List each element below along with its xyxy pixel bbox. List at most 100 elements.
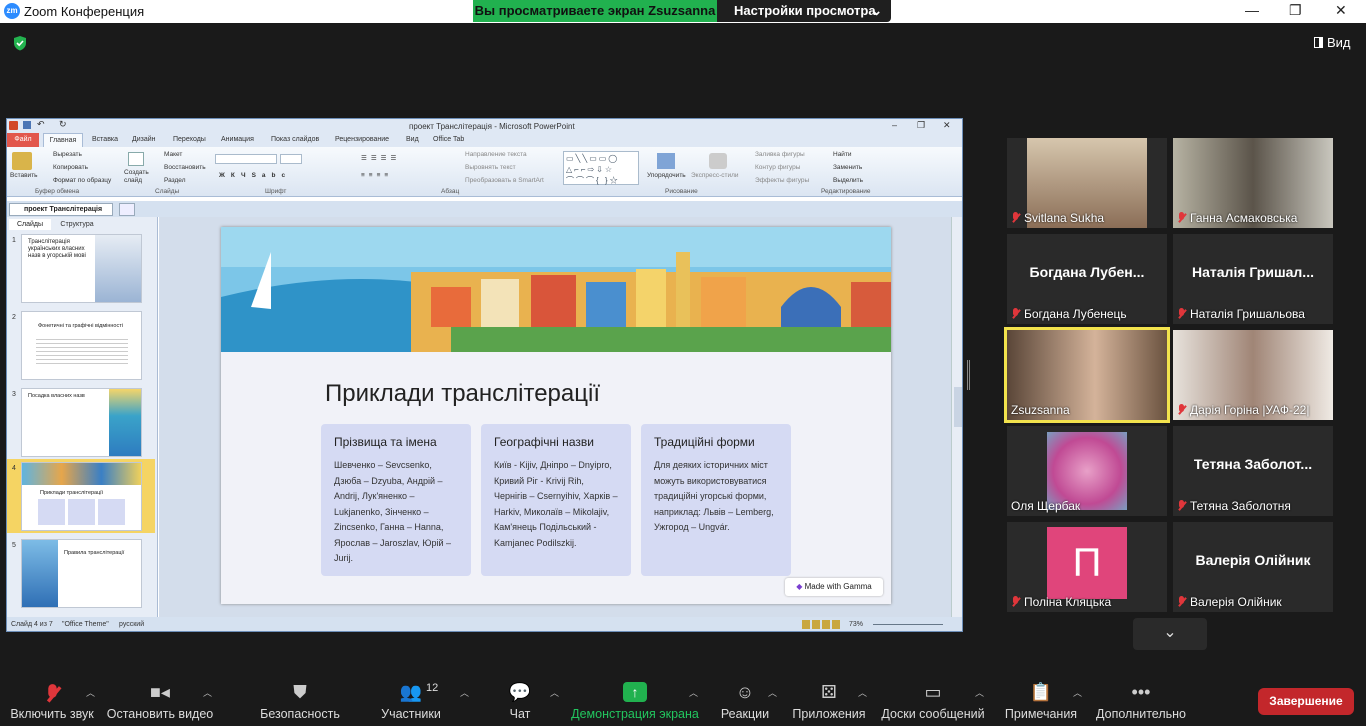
slide-thumbnail-5[interactable]: Правила транслітерації <box>21 539 142 608</box>
participant-tile[interactable]: Тетяна Заболот... Тетяна Заболотня <box>1173 426 1333 516</box>
maximize-button[interactable]: ❐ <box>1289 2 1302 19</box>
ppt-close-button[interactable]: ✕ <box>943 120 951 131</box>
notes-options-caret[interactable]: ︿ <box>1073 686 1082 699</box>
slide-count: Слайд 4 из 7 <box>11 621 53 628</box>
reactions-button[interactable]: ☺ Реакции <box>714 674 776 726</box>
shape-effects-button[interactable]: Эффекты фигуры <box>755 177 809 184</box>
apps-button[interactable]: ⚄ Приложения <box>790 674 868 726</box>
shape-outline-button[interactable]: Контур фигуры <box>755 164 800 171</box>
align-buttons[interactable]: ≡≡≡≡ <box>361 172 392 179</box>
close-window-button[interactable]: ✕ <box>1335 2 1347 19</box>
tab-outline[interactable]: Структура <box>55 219 99 230</box>
slide-thumbnail-3[interactable]: Посадка власних назв <box>21 388 142 457</box>
participant-tile[interactable]: Валерія Олійник Валерія Олійник <box>1173 522 1333 612</box>
participants-options-caret[interactable]: ︿ <box>460 686 469 699</box>
share-screen-button[interactable]: ↑ Демонстрация экрана <box>570 674 700 726</box>
participant-tile[interactable]: Наталія Гришал... Наталія Гришальова <box>1173 234 1333 324</box>
participants-button[interactable]: 👥 12 Участники <box>370 674 452 726</box>
font-format-buttons[interactable]: ЖКЧSabc <box>219 172 291 179</box>
view-mode-buttons[interactable] <box>802 620 842 629</box>
save-icon[interactable] <box>23 121 31 129</box>
stop-video-button[interactable]: ■◂ Остановить видео <box>104 674 216 726</box>
tab-review[interactable]: Рецензирование <box>335 136 389 143</box>
whiteboards-button[interactable]: ▭ Доски сообщений <box>880 674 986 726</box>
new-tab-button[interactable] <box>119 203 135 216</box>
participant-tile-active-speaker[interactable]: Zsuzsanna <box>1004 327 1170 423</box>
more-button[interactable]: ••• Дополнительно <box>1096 674 1186 726</box>
ppt-minimize-button[interactable]: – <box>892 120 897 130</box>
arrange-button[interactable]: Упорядочить <box>647 172 686 179</box>
chat-options-caret[interactable]: ︿ <box>550 686 559 699</box>
current-slide[interactable]: Приклади транслітерації Прізвища та імен… <box>221 227 891 604</box>
select-button[interactable]: Выделить <box>833 177 863 184</box>
quick-styles-button[interactable]: Экспресс-стили <box>691 172 739 179</box>
unmute-button[interactable]: Включить звук <box>0 674 104 726</box>
format-painter-button[interactable]: Формат по образцу <box>53 177 111 184</box>
layout-button[interactable]: Макет <box>164 151 182 158</box>
tab-animation[interactable]: Анимация <box>221 136 254 143</box>
tab-home[interactable]: Главная <box>43 133 83 147</box>
section-button[interactable]: Раздел <box>164 177 185 184</box>
share-options-caret[interactable]: ︿ <box>689 686 698 699</box>
tab-view[interactable]: Вид <box>406 136 419 143</box>
font-family-select[interactable] <box>215 154 277 164</box>
view-options-button[interactable]: Настройки просмотра ⌄ <box>717 0 891 22</box>
shapes-gallery[interactable]: ▭╲╲▭▭◯ △⌐⌐⇨⇩☆ ⌒⌒⌒{ }☆ <box>563 151 639 185</box>
tab-transitions[interactable]: Переходы <box>173 136 206 143</box>
slide-thumbnail-1[interactable]: Транслітерація українських власних назв … <box>21 234 142 303</box>
paste-button[interactable]: Вставить <box>10 172 38 179</box>
text-direction-button[interactable]: Направление текста <box>465 151 527 158</box>
slide-thumbnail-4[interactable]: Приклади транслітерації <box>21 462 142 531</box>
participant-tile[interactable]: Ганна Асмаковська <box>1173 138 1333 228</box>
document-tab[interactable]: проект Транслітерація <box>9 203 113 216</box>
participant-tile[interactable]: П Поліна Кляцька <box>1007 522 1167 612</box>
participant-tile[interactable]: Svitlana Sukha <box>1007 138 1167 228</box>
ppt-restore-button[interactable]: ❐ <box>917 120 925 131</box>
arrange-icon[interactable] <box>657 153 675 169</box>
audio-options-caret[interactable]: ︿ <box>86 686 95 699</box>
reset-button[interactable]: Восстановить <box>164 164 206 171</box>
replace-button[interactable]: Заменить <box>833 164 862 171</box>
paste-icon[interactable] <box>12 152 32 170</box>
minimize-button[interactable]: — <box>1245 2 1259 18</box>
redo-icon[interactable]: ↻ <box>59 119 67 130</box>
gallery-next-page-button[interactable]: ⌄ <box>1133 618 1207 650</box>
scrollbar-thumb[interactable] <box>954 387 962 427</box>
copy-button[interactable]: Копировать <box>53 164 88 171</box>
security-button[interactable]: ⛊ Безопасность <box>250 674 350 726</box>
panel-resize-handle[interactable] <box>967 360 970 390</box>
font-size-select[interactable] <box>280 154 302 164</box>
shape-fill-button[interactable]: Заливка фигуры <box>755 151 805 158</box>
tab-office-tab[interactable]: Office Tab <box>433 136 464 143</box>
whiteboard-options-caret[interactable]: ︿ <box>975 686 984 699</box>
new-slide-icon[interactable] <box>128 152 144 166</box>
tab-file[interactable]: Файл <box>7 133 39 147</box>
slide-thumbnail-2[interactable]: Фонетичні та графічні відмінності <box>21 311 142 380</box>
made-with-gamma-badge[interactable]: ◆ Made with Gamma <box>785 578 883 596</box>
slide-scrollbar[interactable] <box>951 217 962 617</box>
apps-options-caret[interactable]: ︿ <box>858 686 867 699</box>
reactions-options-caret[interactable]: ︿ <box>768 686 777 699</box>
find-button[interactable]: Найти <box>833 151 852 158</box>
undo-icon[interactable]: ↶ <box>37 119 45 130</box>
new-slide-button[interactable]: Создать слайд <box>124 169 152 185</box>
participant-tile[interactable]: Богдана Лубен... Богдана Лубенець <box>1007 234 1167 324</box>
end-meeting-button[interactable]: Завершение <box>1258 688 1354 715</box>
tab-insert[interactable]: Вставка <box>92 136 118 143</box>
tab-slides[interactable]: Слайды <box>9 219 51 230</box>
encryption-shield-icon[interactable] <box>12 35 28 51</box>
chat-button[interactable]: 💬 Чат <box>490 674 550 726</box>
smartart-button[interactable]: Преобразовать в SmartArt <box>465 177 544 184</box>
quick-styles-icon[interactable] <box>709 153 727 169</box>
video-options-caret[interactable]: ︿ <box>203 686 212 699</box>
tab-design[interactable]: Дизайн <box>132 136 156 143</box>
zoom-slider[interactable] <box>873 624 943 625</box>
paragraph-buttons[interactable]: ☰☰☰☰ <box>361 154 400 162</box>
participant-tile[interactable]: Дарія Горіна |УАФ-22| <box>1173 330 1333 420</box>
view-button[interactable]: Вид <box>1314 35 1351 50</box>
cut-button[interactable]: Вырезать <box>53 151 82 158</box>
notes-button[interactable]: 📋 Примечания <box>1000 674 1082 726</box>
tab-slideshow[interactable]: Показ слайдов <box>271 136 319 143</box>
participant-tile[interactable]: Оля Щербак <box>1007 426 1167 516</box>
align-text-button[interactable]: Выровнять текст <box>465 164 516 171</box>
